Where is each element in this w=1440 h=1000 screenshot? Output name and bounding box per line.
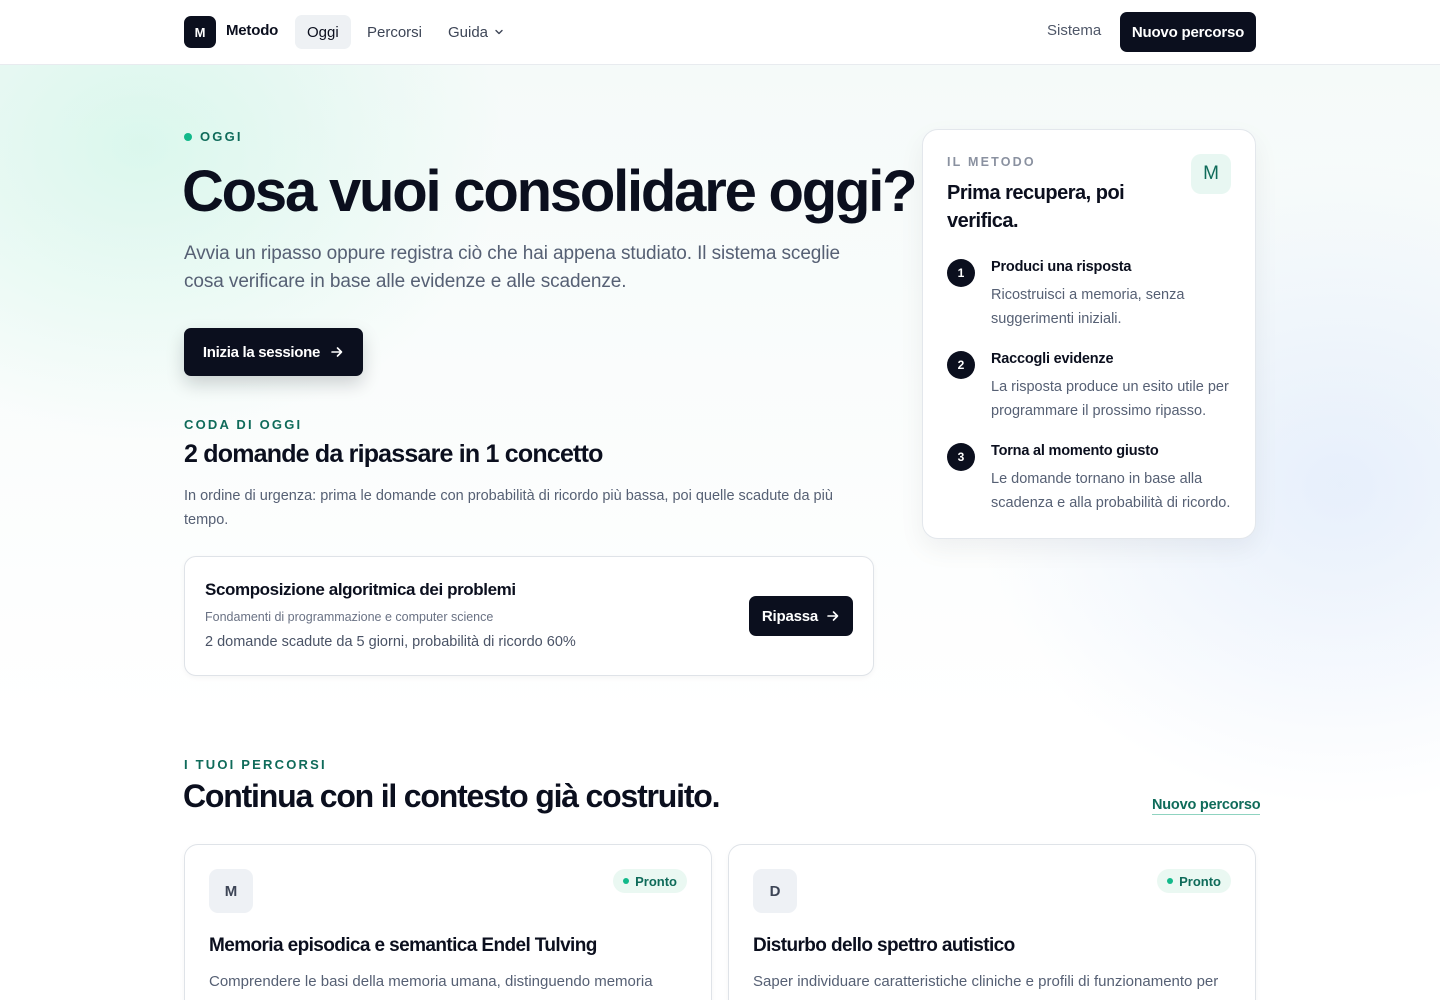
hero-subtitle: Avvia un ripasso oppure registra ciò che… — [184, 243, 840, 292]
top-nav: M Metodo Oggi Percorsi Guida Sistema Nuo… — [0, 0, 1440, 65]
review-button[interactable]: Ripassa — [749, 596, 853, 636]
course-description: Comprendere le basi della memoria umana,… — [209, 973, 653, 990]
hero-eyebrow: OGGI — [184, 129, 243, 144]
step-number: 3 — [947, 443, 975, 471]
step-text: Ricostruisci a memoria, senza suggerimen… — [991, 287, 1185, 327]
courses-eyebrow: I TUOI PERCORSI — [184, 757, 327, 772]
queue-item-card: Scomposizione algoritmica dei problemi F… — [184, 556, 874, 676]
course-description: Saper individuare caratteristiche clinic… — [753, 973, 1219, 990]
queue-description: In ordine di urgenza: prima le domande c… — [184, 488, 833, 528]
arrow-right-icon — [827, 611, 839, 621]
course-card[interactable]: D Pronto Disturbo dello spettro autistic… — [728, 844, 1256, 1000]
status-dot — [1167, 878, 1174, 884]
method-card: IL METODO Prima recupera, poi verifica. … — [922, 129, 1256, 539]
queue-title: 2 domande da ripassare in 1 concetto — [184, 440, 603, 468]
method-title: Prima recupera, poi verifica. — [947, 182, 1125, 232]
step-text: La risposta produce un esito utile per p… — [991, 379, 1229, 419]
logo-mark[interactable]: M — [184, 16, 216, 48]
review-button-label: Ripassa — [761, 607, 819, 625]
step-title: Produci una risposta — [991, 259, 1132, 275]
courses-title: Continua con il contesto già costruito. — [183, 778, 721, 814]
status-label: Pronto — [1179, 873, 1221, 889]
nav-item-label: Guida — [448, 23, 489, 41]
course-title: Disturbo dello spettro autistico — [753, 935, 1015, 956]
step-number: 1 — [947, 259, 975, 287]
nav-sistema-link[interactable]: Sistema — [1047, 22, 1101, 39]
nav-item-label: Oggi — [307, 23, 339, 41]
queue-item-subject: Fondamenti di programmazione e computer … — [205, 610, 494, 624]
status-dot — [184, 132, 192, 141]
new-course-link[interactable]: Nuovo percorso — [1152, 797, 1261, 815]
status-dot — [623, 878, 630, 884]
queue-item-meta: 2 domande scadute da 5 giorni, probabili… — [205, 634, 576, 650]
method-badge: M — [1191, 154, 1231, 194]
arrow-right-icon — [331, 347, 343, 357]
nav-item-oggi[interactable]: Oggi — [295, 15, 351, 49]
new-course-button[interactable]: Nuovo percorso — [1120, 12, 1256, 52]
nav-item-label: Percorsi — [367, 23, 423, 41]
course-avatar: D — [753, 869, 797, 913]
method-eyebrow: IL METODO — [947, 155, 1036, 169]
course-card[interactable]: M Pronto Memoria episodica e semantica E… — [184, 844, 712, 1000]
nav-item-percorsi[interactable]: Percorsi — [355, 15, 434, 49]
status-badge: Pronto — [1157, 869, 1231, 893]
course-avatar: M — [209, 869, 253, 913]
course-title: Memoria episodica e semantica Endel Tulv… — [209, 935, 597, 956]
hero-eyebrow-label: OGGI — [200, 129, 243, 144]
page-title: Cosa vuoi consolidare oggi? — [182, 159, 918, 224]
status-label: Pronto — [635, 873, 677, 889]
queue-item-title: Scomposizione algoritmica dei problemi — [205, 580, 516, 599]
status-badge: Pronto — [613, 869, 687, 893]
nav-item-guida[interactable]: Guida — [436, 15, 516, 49]
step-text: Le domande tornano in base alla scadenza… — [991, 471, 1231, 511]
start-session-button[interactable]: Inizia la sessione — [184, 328, 363, 376]
chevron-down-icon — [495, 29, 503, 35]
start-session-label: Inizia la sessione — [202, 343, 321, 361]
queue-eyebrow: CODA DI OGGI — [184, 417, 303, 432]
step-number: 2 — [947, 351, 975, 379]
step-title: Torna al momento giusto — [991, 443, 1159, 459]
logo-text[interactable]: Metodo — [226, 22, 278, 39]
step-title: Raccogli evidenze — [991, 351, 1114, 367]
